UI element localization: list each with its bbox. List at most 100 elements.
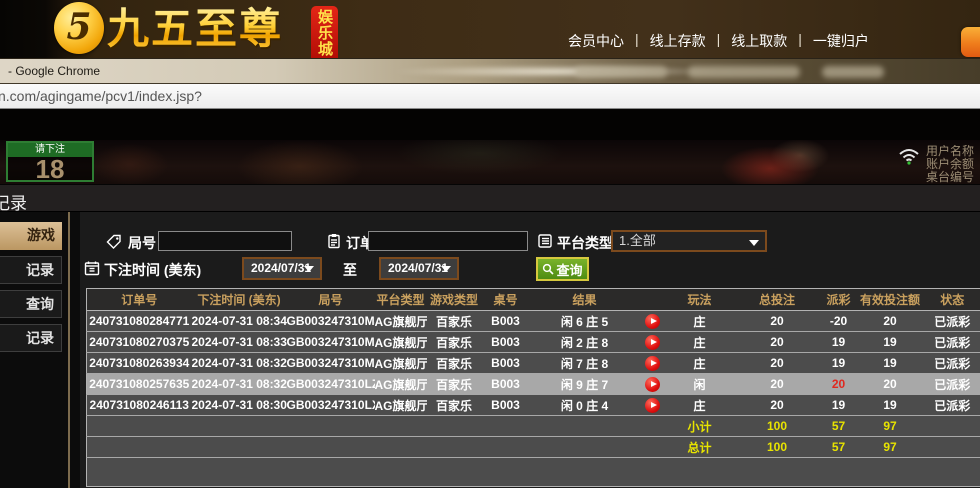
cell-empty (287, 416, 375, 437)
grand-total-row: 总计1005797 (87, 437, 980, 458)
cell-play: 庄 (665, 395, 735, 416)
cell-valid-bet: 20 (858, 374, 923, 395)
nav-one-key-transfer[interactable]: 一键归户 (813, 31, 869, 51)
replay-icon[interactable] (645, 356, 660, 371)
col-payout: 派彩 (820, 289, 858, 311)
cell-status: 已派彩 (923, 395, 980, 416)
nav-separator: | (717, 31, 721, 51)
decorative-swirl (390, 65, 720, 78)
date-to-label: 至 (343, 260, 357, 280)
cell-empty (87, 458, 980, 487)
sidebar-item-query[interactable]: 查询 (0, 290, 62, 318)
cell-result: 闲 7 庄 8 (530, 353, 640, 374)
subtotal-row-valid-bet: 97 (858, 416, 923, 437)
nav-online-withdraw[interactable]: 线上取款 (731, 31, 787, 51)
date-to-select[interactable]: 2024/07/31 (379, 257, 459, 280)
date-from-select[interactable]: 2024/07/31 (242, 257, 322, 280)
cell-total-bet: 20 (735, 353, 820, 374)
cell-bet-time: 2024-07-31 08:33:13 (192, 332, 287, 353)
wifi-icon (898, 147, 920, 170)
blurred-user-info (688, 66, 800, 78)
info-table-label: 桌台编号 (926, 171, 980, 183)
grand-total-row-total-bet: 100 (735, 437, 820, 458)
cell-empty (530, 416, 640, 437)
cell-table-no: B003 (482, 374, 530, 395)
search-button[interactable]: 查询 (536, 257, 589, 281)
logo-coin-icon: 5 (54, 2, 104, 54)
sidebar-item-records[interactable]: 记录 (0, 256, 62, 284)
cell-empty (640, 416, 665, 437)
cell-payout: 19 (820, 332, 858, 353)
cell-order-id: 240731080284771 (87, 311, 192, 332)
address-bar[interactable]: n.com/agingame/pcv1/index.jsp? (0, 84, 980, 109)
cell-empty (923, 437, 980, 458)
grand-total-row-valid-bet: 97 (858, 437, 923, 458)
cell-round: GB003247310M1 (287, 332, 375, 353)
col-table-no: 桌号 (482, 289, 530, 311)
cell-valid-bet: 19 (858, 395, 923, 416)
table-row[interactable]: 2407310802461132024-07-31 08:30:59GB0032… (87, 395, 980, 416)
grand-total-row-payout: 57 (820, 437, 858, 458)
table-row[interactable]: 2407310802847712024-07-31 08:34:30GB0032… (87, 311, 980, 332)
cell-platform: AG旗舰厅 (375, 332, 427, 353)
dropdown-arrow-icon (304, 266, 314, 272)
blurred-user-info (822, 66, 884, 78)
subtotal-row-label: 小计 (665, 416, 735, 437)
cell-total-bet: 20 (735, 395, 820, 416)
cell-game-type: 百家乐 (427, 332, 482, 353)
table-row[interactable]: 2407310802639342024-07-31 08:32:38GB0032… (87, 353, 980, 374)
cell-replay (640, 332, 665, 353)
window-titlebar[interactable]: - Google Chrome (0, 58, 980, 84)
subtotal-row-payout: 57 (820, 416, 858, 437)
platform-type-select[interactable]: 1.全部 (611, 230, 767, 252)
cell-result: 闲 9 庄 7 (530, 374, 640, 395)
window-title: - Google Chrome (8, 64, 100, 78)
date-from-value: 2024/07/31 (251, 261, 311, 275)
logo-number: 5 (66, 9, 91, 45)
clipboard-icon (326, 233, 342, 249)
cell-game-type: 百家乐 (427, 353, 482, 374)
col-bet-time: 下注时间 (美东) (192, 289, 287, 311)
cell-status: 已派彩 (923, 332, 980, 353)
nav-member-center[interactable]: 会员中心 (568, 31, 624, 51)
cell-play: 庄 (665, 353, 735, 374)
replay-icon[interactable] (645, 335, 660, 350)
cell-replay (640, 374, 665, 395)
cell-bet-time: 2024-07-31 08:32:04 (192, 374, 287, 395)
nav-online-deposit[interactable]: 线上存款 (650, 31, 706, 51)
col-result: 结果 (530, 289, 640, 311)
cell-round: GB003247310LX (287, 395, 375, 416)
cell-empty (530, 437, 640, 458)
live-game-banner: 请下注 18 用户名称 账户余额 桌台编号 (0, 140, 980, 184)
cell-empty (87, 437, 192, 458)
col-total-bet: 总投注 (735, 289, 820, 311)
cell-empty (923, 416, 980, 437)
cell-order-id: 240731080263934 (87, 353, 192, 374)
cell-status: 已派彩 (923, 374, 980, 395)
cell-table-no: B003 (482, 332, 530, 353)
cell-empty (482, 416, 530, 437)
round-no-input[interactable] (158, 231, 292, 251)
sidebar-item-games[interactable]: 游戏 (0, 222, 62, 250)
content-panel: 局号 订单号 平台类型 1.全部 下注时间 ( (80, 212, 980, 488)
cell-bet-time: 2024-07-31 08:32:38 (192, 353, 287, 374)
replay-icon[interactable] (645, 314, 660, 329)
cell-game-type: 百家乐 (427, 311, 482, 332)
date-to-value: 2024/07/31 (388, 261, 448, 275)
cell-replay (640, 311, 665, 332)
cell-total-bet: 20 (735, 374, 820, 395)
side-panel-button[interactable] (961, 27, 980, 57)
sidebar-item-records2[interactable]: 记录 (0, 324, 62, 352)
page-top-strip (0, 109, 980, 140)
replay-icon[interactable] (645, 377, 660, 392)
cell-table-no: B003 (482, 311, 530, 332)
replay-icon[interactable] (645, 398, 660, 413)
cell-result: 闲 0 庄 4 (530, 395, 640, 416)
cell-platform: AG旗舰厅 (375, 353, 427, 374)
order-no-input[interactable] (368, 231, 528, 251)
cell-replay (640, 395, 665, 416)
cell-empty (427, 416, 482, 437)
table-row[interactable]: 2407310802703752024-07-31 08:33:13GB0032… (87, 332, 980, 353)
table-row[interactable]: 2407310802576352024-07-31 08:32:04GB0032… (87, 374, 980, 395)
cell-valid-bet: 19 (858, 353, 923, 374)
